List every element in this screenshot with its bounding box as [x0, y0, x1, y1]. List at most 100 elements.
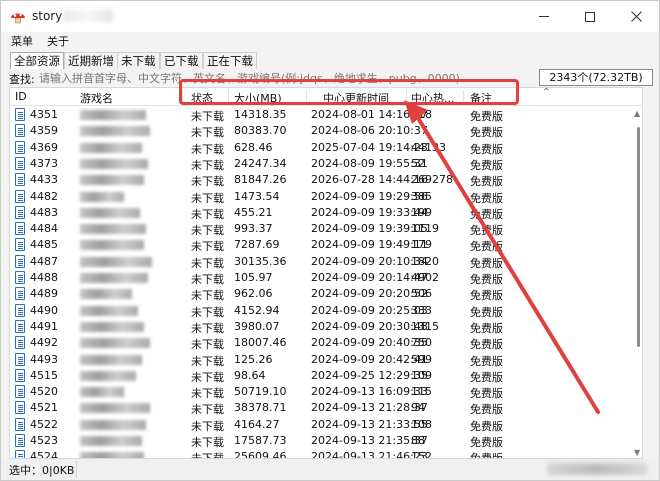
- cell-status: 未下载: [191, 175, 224, 189]
- cell-size: 962.06: [234, 287, 273, 301]
- tab-downloading[interactable]: 正在下载: [203, 52, 257, 69]
- window-title: story: [32, 9, 63, 23]
- cell-size: 14318.35: [234, 108, 287, 121]
- cell-heat: 199: [411, 205, 432, 219]
- cell-note: 免费版: [470, 338, 503, 352]
- cell-status: 未下载: [191, 403, 224, 417]
- document-icon: [15, 124, 25, 138]
- table-row[interactable]: 4520 未下载 50719.10 2024-09-13 16:09:33 115 免费版: [10, 384, 632, 400]
- cell-heat: 385: [411, 189, 432, 203]
- cell-size: 993.37: [234, 222, 273, 236]
- cell-status: 未下载: [191, 419, 224, 433]
- table-row[interactable]: 4521 未下载 38378.71 2024-09-13 21:28:37 94 免费版: [10, 400, 632, 416]
- vertical-scrollbar[interactable]: ▲ ▼: [632, 107, 642, 458]
- cell-heat: 109: [411, 368, 432, 382]
- table-row[interactable]: 4491 未下载 3980.07 2024-09-09 20:30:48 1315 免费版: [10, 319, 632, 335]
- table-row[interactable]: 4522 未下载 4164.27 2024-09-13 21:33:55 108 免费版: [10, 417, 632, 433]
- cell-heat: 518: [411, 108, 432, 121]
- table-row[interactable]: 4351 未下载 14318.35 2024-08-01 14:16:47 518 免费版: [10, 107, 632, 123]
- tab-all-resources[interactable]: 全部资源: [10, 52, 64, 69]
- table-row[interactable]: 4523 未下载 17587.73 2024-09-13 21:35:37 88 免费版: [10, 433, 632, 449]
- maximize-button[interactable]: [567, 1, 613, 32]
- tab-downloaded[interactable]: 已下载: [160, 52, 203, 69]
- table-row[interactable]: 4515 未下载 98.64 2024-09-25 12:29:35 109 免费版: [10, 368, 632, 384]
- table-row[interactable]: 4488 未下载 105.97 2024-09-09 20:14:47 4902 免费版: [10, 270, 632, 286]
- cell-size: 628.46: [234, 140, 273, 154]
- cell-id: 4490: [30, 303, 58, 317]
- scroll-up-icon[interactable]: ▲: [634, 109, 640, 118]
- cell-id: 4373: [30, 156, 58, 170]
- cell-id: 4487: [30, 254, 58, 268]
- game-name-redacted: [80, 142, 142, 153]
- table-row[interactable]: 4524 未下载 25609.46 2024-09-13 21:46:23 152 免费版: [10, 449, 632, 459]
- resource-table: ID 游戏名 状态 大小(MB) 中心更新时间 中心热... 备注 ⌃ 4351…: [9, 87, 643, 459]
- table-row[interactable]: 4483 未下载 455.21 2024-09-09 19:33:44 199 免费版: [10, 205, 632, 221]
- cell-note: 免费版: [470, 273, 503, 286]
- menu-item-about[interactable]: 关于: [47, 33, 69, 49]
- cell-note: 免费版: [470, 142, 503, 156]
- table-row[interactable]: 4489 未下载 962.06 2024-09-09 20:20:52 506 免费版: [10, 286, 632, 302]
- watermark-redaction: [547, 463, 647, 475]
- cell-size: 80383.70: [234, 124, 287, 138]
- col-id[interactable]: ID: [15, 90, 27, 103]
- cell-status: 未下载: [191, 452, 224, 459]
- game-name-redacted: [80, 338, 150, 349]
- cell-size: 30135.36: [234, 254, 287, 268]
- game-name-redacted: [80, 240, 144, 251]
- cell-heat: 1315: [411, 319, 439, 333]
- cell-id: 4493: [30, 352, 58, 366]
- table-row[interactable]: 4485 未下载 7287.69 2024-09-09 19:49:11 179 免费版: [10, 237, 632, 253]
- table-row[interactable]: 4492 未下载 18007.46 2024-09-09 20:40:35 750 免费版: [10, 335, 632, 351]
- col-game-name[interactable]: 游戏名: [80, 90, 113, 106]
- table-row[interactable]: 4493 未下载 125.26 2024-09-09 20:42:41 599 免费版: [10, 352, 632, 368]
- cell-id: 4488: [30, 271, 58, 284]
- cell-id: 4485: [30, 238, 58, 252]
- cell-status: 未下载: [191, 240, 224, 254]
- title-bar: story: [1, 1, 659, 32]
- cell-status: 未下载: [191, 256, 224, 270]
- tab-recent-added[interactable]: 近期新增: [64, 52, 118, 69]
- document-icon: [15, 271, 25, 284]
- cell-heat: 4902: [411, 271, 439, 284]
- menu-item-menu[interactable]: 菜单: [11, 33, 33, 49]
- cell-note: 免费版: [470, 403, 503, 417]
- table-row[interactable]: 4484 未下载 993.37 2024-09-09 19:39:05 1119 免费版: [10, 221, 632, 237]
- cell-status: 未下载: [191, 338, 224, 352]
- document-icon: [15, 254, 25, 268]
- close-icon: [630, 11, 642, 22]
- cell-heat: 506: [411, 287, 432, 301]
- cell-heat: 88: [411, 434, 425, 447]
- table-row[interactable]: 4482 未下载 1473.54 2024-09-09 19:29:56 385 免费版: [10, 189, 632, 205]
- document-icon: [15, 385, 25, 399]
- table-row[interactable]: 4433 未下载 81847.26 2026-07-28 14:44:16 269278…: [10, 172, 632, 188]
- cell-id: 4521: [30, 401, 58, 415]
- document-icon: [15, 108, 25, 121]
- cell-heat: 1820: [411, 254, 439, 268]
- document-icon: [15, 287, 25, 301]
- menu-bar: 菜单 关于: [1, 32, 659, 49]
- close-button[interactable]: [613, 1, 659, 32]
- document-icon: [15, 417, 25, 431]
- table-row[interactable]: 4369 未下载 628.46 2025-07-04 19:14:23 44133 免费版: [10, 140, 632, 156]
- minimize-button[interactable]: [521, 1, 567, 32]
- document-icon: [15, 205, 25, 219]
- cell-heat: 44133: [411, 140, 446, 154]
- table-row[interactable]: 4359 未下载 80383.70 2024-08-06 20:10:37 免费版: [10, 123, 632, 139]
- document-icon: [15, 450, 25, 458]
- cell-status: 未下载: [191, 289, 224, 303]
- table-row[interactable]: 4373 未下载 24247.34 2024-08-09 19:55:31 52 免费版: [10, 156, 632, 172]
- cell-status: 未下载: [191, 273, 224, 286]
- cell-heat: 179: [411, 238, 432, 252]
- cell-note: 免费版: [470, 240, 503, 254]
- cell-size: 7287.69: [234, 238, 280, 252]
- table-row[interactable]: 4490 未下载 4152.94 2024-09-09 20:25:03 333 免费版: [10, 303, 632, 319]
- game-name-redacted: [80, 191, 124, 202]
- scroll-thumb[interactable]: [637, 127, 640, 347]
- status-panel: [76, 461, 541, 478]
- game-name-redacted: [80, 387, 124, 398]
- tab-not-downloaded[interactable]: 未下载: [117, 52, 160, 69]
- table-row[interactable]: 4487 未下载 30135.36 2024-09-09 20:10:34 1820 免费…: [10, 254, 632, 270]
- scroll-down-icon[interactable]: ▼: [634, 448, 640, 457]
- minimize-icon: [539, 16, 549, 17]
- tab-bar: 全部资源 近期新增 未下载 已下载 正在下载: [1, 50, 659, 69]
